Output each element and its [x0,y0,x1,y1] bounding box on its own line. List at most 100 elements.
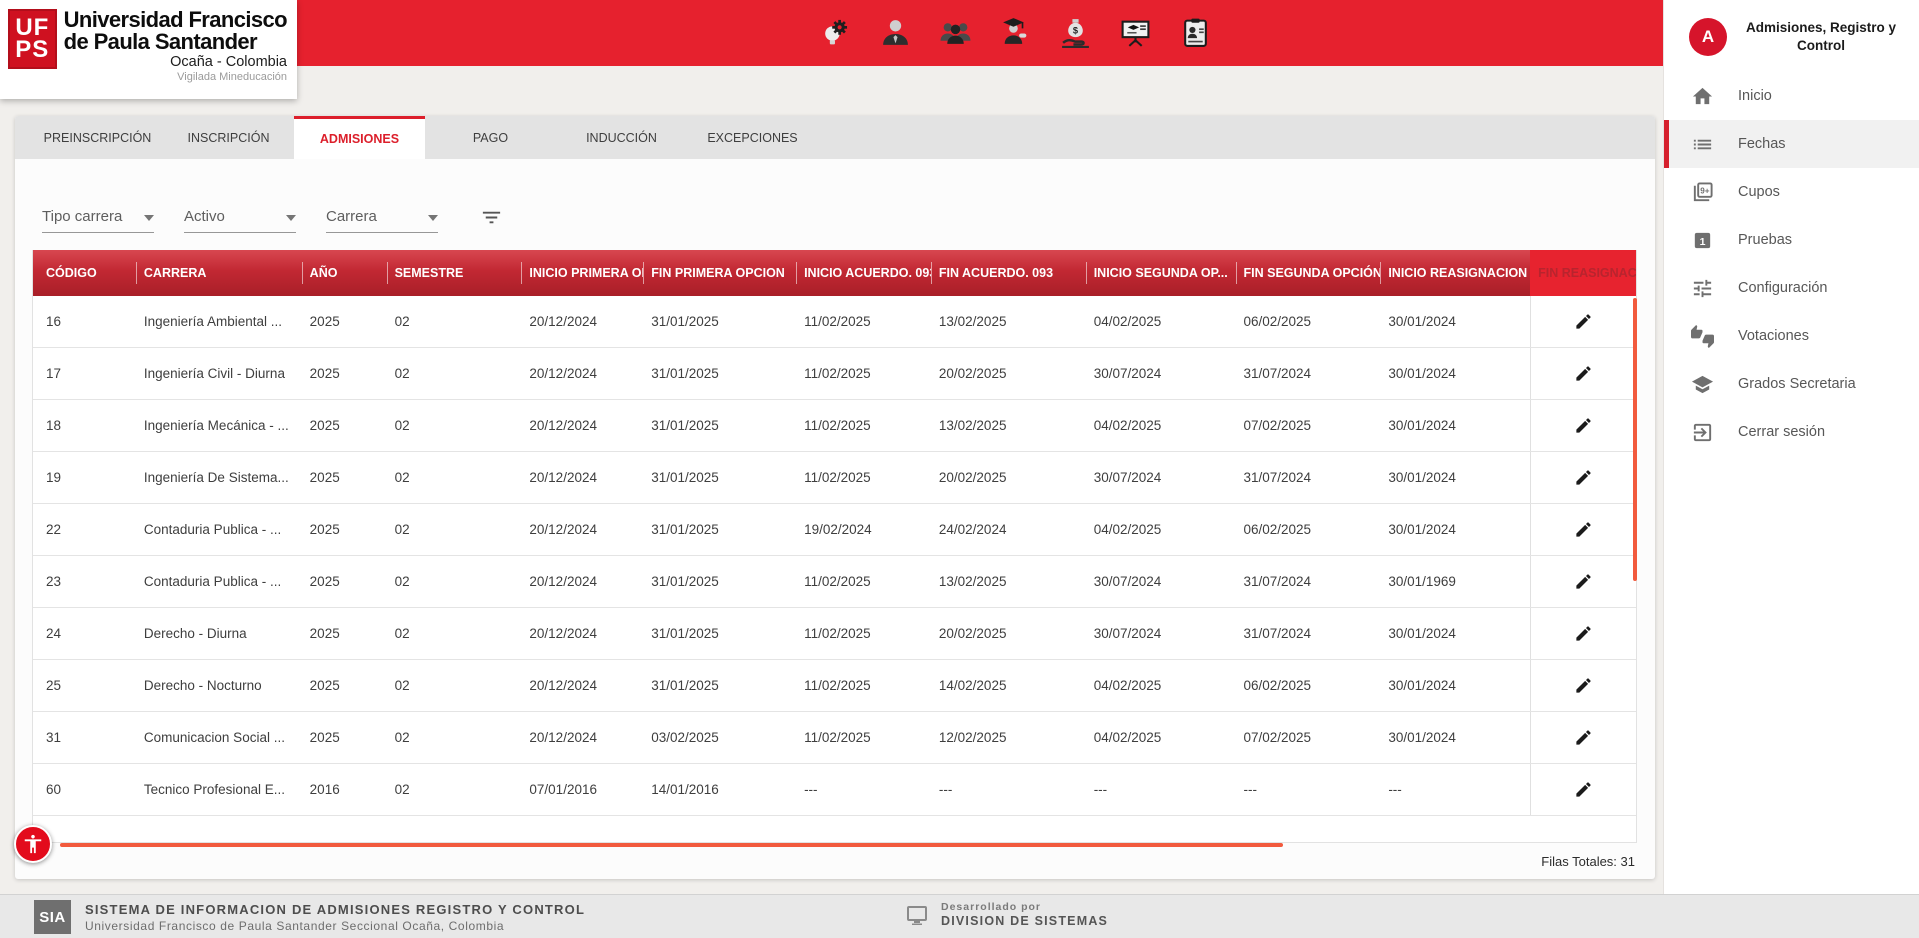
table-cell: 02 [387,608,522,659]
column-header-fin-primera-opcion: FIN PRIMERA OPCION [643,250,796,296]
table-cell: 11/02/2025 [796,660,931,711]
sidebar-item-label: Pruebas [1738,232,1792,248]
home-icon [1690,84,1714,108]
dropdown-label: Activo [184,208,225,225]
user-icon[interactable] [878,15,912,49]
table-cell: 02 [387,348,522,399]
table-cell: Derecho - Nocturno [136,660,302,711]
table-cell: 2025 [302,556,387,607]
sidebar-item-cerrar-sesion[interactable]: Cerrar sesión [1664,408,1919,456]
svg-text:1: 1 [1699,235,1705,247]
table-cell: 30/01/2024 [1380,400,1530,451]
edit-pencil-icon[interactable] [1569,411,1599,441]
table-cell: 2025 [302,452,387,503]
table-cell: 14/02/2025 [931,660,1086,711]
table-cell: 13/02/2025 [931,296,1086,347]
footer-bar: SIA SISTEMA DE INFORMACION DE ADMISIONES… [0,894,1919,938]
table-cell: 20/12/2024 [521,452,643,503]
table-cell: 31/07/2024 [1236,348,1381,399]
chevron-down-icon [428,208,438,225]
table-cell: 02 [387,296,522,347]
column-header-codigo: CÓDIGO [33,250,136,296]
filter-dropdown-tipo-carrera[interactable]: Tipo carrera [42,208,154,233]
table-cell: 31 [33,712,136,763]
table-cell: 17 [33,348,136,399]
sidebar-item-fechas[interactable]: Fechas [1664,120,1919,168]
edit-pencil-icon[interactable] [1569,567,1599,597]
sidebar-item-pruebas[interactable]: 1 Pruebas [1664,216,1919,264]
column-header-semestre: SEMESTRE [387,250,522,296]
edit-pencil-icon[interactable] [1569,307,1599,337]
table-cell: 02 [387,712,522,763]
table-cell: 04/02/2025 [1086,504,1236,555]
table-cell: 04/02/2025 [1086,712,1236,763]
logout-icon [1690,420,1714,444]
table-cell: 20/12/2024 [521,296,643,347]
table-cell: 24/02/2024 [931,504,1086,555]
sidebar-item-votaciones[interactable]: Votaciones [1664,312,1919,360]
filter-dropdown-carrera[interactable]: Carrera [326,208,438,233]
table-row: 22Contaduria Publica - ...20250220/12/20… [33,504,1636,556]
sidebar-item-inicio[interactable]: Inicio [1664,72,1919,120]
tab-excepciones[interactable]: EXCEPCIONES [687,116,818,159]
column-header-carrera: CARRERA [136,250,302,296]
edit-pencil-icon[interactable] [1569,463,1599,493]
tab-preinscripcion[interactable]: PREINSCRIPCIÓN [32,116,163,159]
tune-icon [1690,276,1714,300]
accessibility-button[interactable] [14,825,52,863]
tab-pago[interactable]: PAGO [425,116,556,159]
edit-pencil-icon[interactable] [1569,359,1599,389]
finance-icon[interactable]: $ [1058,15,1092,49]
sidebar-item-label: Configuración [1738,280,1827,296]
table-header-row: CÓDIGOCARRERAAÑOSEMESTREINICIO PRIMERA O… [33,250,1636,296]
table-cell: --- [796,764,931,815]
admissions-dates-table: CÓDIGOCARRERAAÑOSEMESTREINICIO PRIMERA O… [32,250,1637,843]
filter-list-icon[interactable] [480,206,503,233]
table-row: 16Ingeniería Ambiental ...20250220/12/20… [33,296,1636,348]
presentation-icon[interactable] [1118,15,1152,49]
university-name-line2: de Paula Santander [64,31,287,53]
table-cell: 31/01/2025 [643,660,796,711]
filter-dropdown-activo[interactable]: Activo [184,208,296,233]
table-cell: 02 [387,452,522,503]
edit-pencil-icon[interactable] [1569,723,1599,753]
sidebar-item-label: Cerrar sesión [1738,424,1825,440]
edit-pencil-icon[interactable] [1569,515,1599,545]
edit-pencil-icon[interactable] [1569,775,1599,805]
table-cell: 07/02/2025 [1236,400,1381,451]
sidebar-title: Admisiones, Registro y Control [1739,19,1903,55]
sidebar-item-configuracion[interactable]: Configuración [1664,264,1919,312]
tab-induccion[interactable]: INDUCCIÓN [556,116,687,159]
table-cell: 20/12/2024 [521,400,643,451]
monitor-icon [905,903,929,927]
sidebar-item-grados-secretaria[interactable]: Grados Secretaria [1664,360,1919,408]
tab-inscripcion[interactable]: INSCRIPCIÓN [163,116,294,159]
sidebar-item-label: Fechas [1738,136,1786,152]
edit-pencil-icon[interactable] [1569,671,1599,701]
graduate-icon[interactable] [998,15,1032,49]
table-cell: Tecnico Profesional E... [136,764,302,815]
filters-row: Tipo carrera Activo Carrera [42,203,1655,233]
vertical-scrollbar[interactable] [1633,298,1637,581]
idea-gear-icon[interactable] [818,15,852,49]
table-cell: 2016 [302,764,387,815]
tab-admisiones[interactable]: ADMISIONES [294,116,425,159]
table-cell: 30/01/2024 [1380,712,1530,763]
horizontal-scrollbar[interactable] [60,843,1283,847]
registration-icon[interactable] [1178,15,1212,49]
sidebar-menu: Inicio Fechas 9+Cupos 1 Pruebas Configuración… [1664,72,1919,456]
column-header-inicio-segunda-op: INICIO SEGUNDA OP... [1086,250,1236,296]
sidebar-item-cupos[interactable]: 9+Cupos [1664,168,1919,216]
group-icon[interactable] [938,15,972,49]
table-cell: 18 [33,400,136,451]
table-cell: 11/02/2025 [796,556,931,607]
developer-name: DIVISION DE SISTEMAS [941,914,1108,928]
university-note: Vigilada Mineducación [64,71,287,83]
edit-pencil-icon[interactable] [1569,619,1599,649]
column-header-inicio-reasignacion: INICIO REASIGNACION [1380,250,1530,296]
table-cell: 2025 [302,608,387,659]
table-cell: 14/01/2016 [643,764,796,815]
table-cell: 30/01/2024 [1380,504,1530,555]
table-cell: --- [1086,764,1236,815]
table-row: 17Ingeniería Civil - Diurna20250220/12/2… [33,348,1636,400]
